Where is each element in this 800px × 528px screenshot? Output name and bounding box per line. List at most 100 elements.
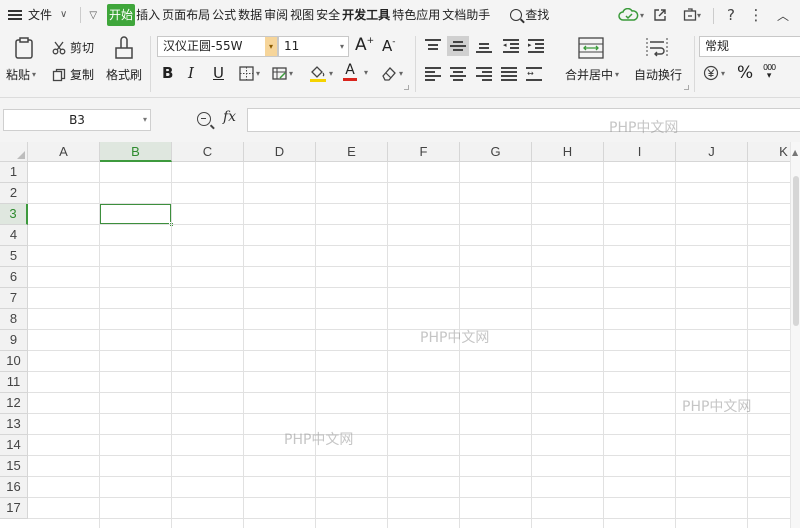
tab-developer[interactable]: 开发工具: [341, 4, 391, 26]
row-header-11[interactable]: 11: [0, 372, 28, 393]
align-bottom-icon[interactable]: [476, 39, 492, 53]
select-all-button[interactable]: [0, 142, 28, 162]
justify-icon[interactable]: [501, 67, 517, 81]
row-header-15[interactable]: 15: [0, 456, 28, 477]
copy-button[interactable]: 复制: [52, 66, 94, 83]
percent-button[interactable]: %: [737, 63, 753, 83]
insert-function-button[interactable]: fx: [223, 109, 236, 125]
row-header-14[interactable]: 14: [0, 435, 28, 456]
italic-button[interactable]: I: [188, 64, 194, 82]
font-color-swatch: [343, 78, 357, 81]
row-header-8[interactable]: 8: [0, 309, 28, 330]
chevron-down-icon[interactable]: ▾: [364, 68, 368, 77]
tab-features[interactable]: 特色应用: [391, 4, 441, 26]
currency-button[interactable]: ▾: [703, 65, 725, 81]
row-header-12[interactable]: 12: [0, 393, 28, 414]
format-painter-button[interactable]: [112, 36, 136, 60]
font-dialog-launcher[interactable]: [404, 85, 409, 90]
cloud-sync-button[interactable]: ▾: [616, 4, 646, 26]
tab-insert[interactable]: 插入: [135, 4, 161, 26]
share-button[interactable]: [650, 4, 670, 26]
scrollbar-thumb[interactable]: [793, 176, 799, 326]
number-format-select[interactable]: 常规: [699, 36, 800, 57]
tab-formulas[interactable]: 公式: [211, 4, 237, 26]
column-header-a[interactable]: A: [28, 142, 100, 162]
collapse-ribbon-icon[interactable]: ︿: [774, 4, 792, 26]
font-size-select[interactable]: 11 ▾: [278, 36, 349, 57]
cut-button[interactable]: 剪切: [52, 39, 94, 56]
vertical-scrollbar[interactable]: ▲: [790, 142, 800, 528]
active-cell[interactable]: [99, 203, 174, 227]
row-header-7[interactable]: 7: [0, 288, 28, 309]
merge-center-dropdown[interactable]: 合并居中 ▾: [565, 66, 619, 83]
search-button[interactable]: 查找: [509, 4, 550, 26]
zoom-icon[interactable]: [197, 112, 211, 126]
file-menu[interactable]: 文件 ∨: [0, 4, 68, 26]
decrease-indent-icon[interactable]: ◂: [503, 39, 519, 53]
row-header-4[interactable]: 4: [0, 225, 28, 246]
clear-button[interactable]: ▾: [381, 66, 403, 81]
wrap-text-button[interactable]: [645, 37, 669, 59]
increase-indent-icon[interactable]: ▸: [528, 39, 544, 53]
alignment-dialog-launcher[interactable]: [684, 85, 689, 90]
name-box-value: B3: [69, 113, 85, 127]
column-header-c[interactable]: C: [172, 142, 244, 162]
scroll-up-icon[interactable]: ▲: [792, 148, 798, 157]
font-color-button[interactable]: A: [343, 63, 357, 81]
align-right-icon[interactable]: [476, 67, 492, 81]
row-header-3[interactable]: 3: [0, 204, 28, 225]
align-center-icon[interactable]: [450, 67, 466, 81]
borders-button[interactable]: ▾: [239, 66, 260, 81]
cell-area[interactable]: [28, 162, 800, 528]
name-box[interactable]: B3 ▾: [3, 109, 151, 131]
more-options-icon[interactable]: ⋮: [748, 4, 764, 26]
decrease-font-size-button[interactable]: A-: [382, 37, 396, 55]
row-header-13[interactable]: 13: [0, 414, 28, 435]
cell-style-button[interactable]: ▾: [272, 66, 293, 81]
row-header-17[interactable]: 17: [0, 498, 28, 519]
column-header-f[interactable]: F: [388, 142, 460, 162]
fill-color-button[interactable]: ▾: [309, 64, 333, 83]
align-middle-icon[interactable]: [447, 36, 469, 56]
tab-page-layout[interactable]: 页面布局: [161, 4, 211, 26]
align-top-icon[interactable]: [425, 39, 441, 53]
increase-font-size-button[interactable]: A +: [355, 35, 374, 55]
column-header-d[interactable]: D: [244, 142, 316, 162]
quick-access-dropdown-icon[interactable]: ▽: [89, 10, 97, 21]
spreadsheet-grid[interactable]: ABCDEFGHIJK 1 2 3 4 5 6 7 8 9 10 11 12 13 14 15 16 17 ▲: [0, 142, 800, 528]
tab-view[interactable]: 视图: [289, 4, 315, 26]
column-header-i[interactable]: I: [604, 142, 676, 162]
thousands-separator-button[interactable]: 000 ▾: [763, 63, 776, 81]
help-icon[interactable]: ?: [722, 4, 740, 26]
merge-center-button[interactable]: [578, 37, 604, 59]
row-header-6[interactable]: 6: [0, 267, 28, 288]
column-header-e[interactable]: E: [316, 142, 388, 162]
row-header-5[interactable]: 5: [0, 246, 28, 267]
bold-button[interactable]: B: [162, 64, 173, 82]
distributed-align-icon[interactable]: ↔: [526, 67, 542, 81]
underline-button[interactable]: U: [213, 64, 224, 82]
export-button[interactable]: ▾: [678, 4, 706, 26]
row-header-10[interactable]: 10: [0, 351, 28, 372]
paste-button[interactable]: [9, 36, 39, 60]
gridline: [603, 162, 604, 528]
row-header-1[interactable]: 1: [0, 162, 28, 183]
column-header-j[interactable]: J: [676, 142, 748, 162]
row-header-2[interactable]: 2: [0, 183, 28, 204]
column-header-g[interactable]: G: [460, 142, 532, 162]
file-menu-label: 文件: [28, 8, 53, 22]
tab-home[interactable]: 开始: [107, 4, 136, 26]
tab-doc-assistant[interactable]: 文档助手: [441, 4, 491, 26]
tab-data[interactable]: 数据: [237, 4, 263, 26]
row-header-16[interactable]: 16: [0, 477, 28, 498]
column-header-h[interactable]: H: [532, 142, 604, 162]
column-header-b[interactable]: B: [100, 142, 172, 162]
align-left-icon[interactable]: [425, 67, 441, 81]
font-name-select[interactable]: 汉仪正圆-55W ▾: [157, 36, 278, 57]
tab-security[interactable]: 安全: [315, 4, 341, 26]
wrap-text-icon: [646, 38, 668, 58]
paste-dropdown[interactable]: 粘贴 ▾: [6, 66, 36, 83]
formula-input[interactable]: [247, 108, 800, 132]
row-header-9[interactable]: 9: [0, 330, 28, 351]
tab-review[interactable]: 审阅: [263, 4, 289, 26]
